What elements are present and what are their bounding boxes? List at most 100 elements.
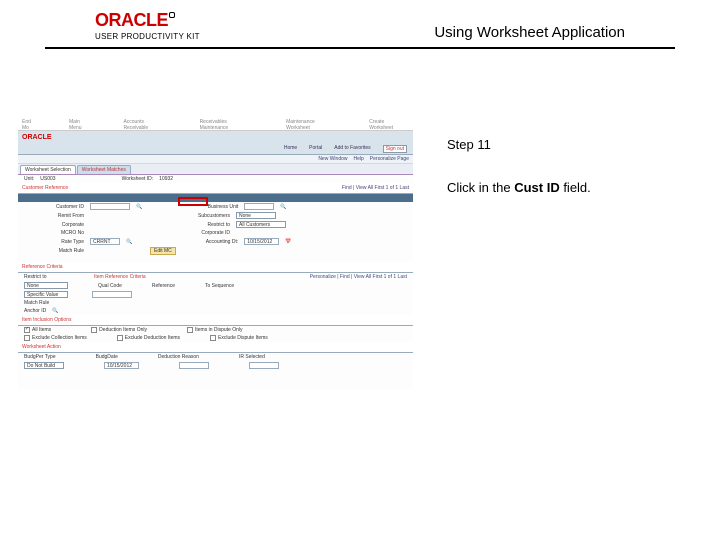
act-date-input[interactable]: 10/15/2012: [104, 362, 139, 369]
ss-oracle-brand: ORACLE: [18, 131, 413, 144]
lookup-icon-2[interactable]: 🔍: [280, 204, 286, 210]
highlight-custid: [178, 197, 208, 206]
top-e: Maintenance Worksheet: [286, 119, 339, 131]
all-items-label: All Items: [32, 327, 51, 333]
excl-coll-check[interactable]: [24, 335, 30, 341]
ss-crumb: New Window Help Personalize Page: [18, 155, 413, 164]
act-ded-input[interactable]: [179, 362, 209, 369]
menu-home[interactable]: Home: [284, 145, 297, 153]
customer-ref-header: Customer Reference Find | View All First…: [18, 183, 413, 194]
step-text-bold: Cust ID: [514, 180, 560, 195]
top-c: Accounts Receivable: [123, 119, 169, 131]
lookup-icon-4[interactable]: 🔍: [52, 308, 58, 314]
menu-portal[interactable]: Portal: [309, 145, 322, 153]
restrict-label: Restrict to: [180, 222, 230, 228]
wsid-label: Worksheet ID:: [122, 176, 154, 182]
ref-row3: Specific Value: [18, 290, 413, 299]
sub-select[interactable]: None: [236, 212, 276, 219]
item-ref-header: Item Reference Criteria Personalize | Fi…: [94, 274, 407, 280]
ss-menu: Home Portal Add to Favorites Sign out: [18, 144, 413, 155]
custid-input[interactable]: [90, 203, 130, 210]
match-row2: Match Rule: [18, 299, 413, 307]
disp-only-label: Items in Dispute Only: [195, 327, 243, 333]
act-sel-input[interactable]: [249, 362, 279, 369]
pager-1[interactable]: Find | View All First 1 of 1 Last: [342, 185, 409, 191]
menu-fav[interactable]: Add to Favorites: [334, 145, 370, 153]
inclusion-header: Item Inclusion Options: [18, 315, 413, 326]
refcrit-label: Restrict to: [24, 274, 64, 280]
action-row1: BudgPer Type BudgDate Deduction Reason I…: [18, 353, 413, 361]
crumb-new[interactable]: New Window: [318, 156, 347, 162]
lookup-icon-3[interactable]: 🔍: [126, 239, 132, 245]
step-label: Step 11: [447, 137, 591, 152]
inc-row2: Exclude Collection Items Exclude Deducti…: [18, 334, 413, 342]
custid-label: Customer ID: [24, 204, 84, 210]
logo-area: ORACLE USER PRODUCTIVITY KIT: [95, 10, 200, 41]
specific-select[interactable]: Specific Value: [24, 291, 68, 298]
restrict2-select[interactable]: None: [24, 282, 68, 289]
app-screenshot: End Mo Main Menu Accounts Receivable Rec…: [18, 119, 413, 389]
act-type-label: BudgPer Type: [24, 354, 56, 360]
step-text-after: field.: [560, 180, 591, 195]
excl-coll-label: Exclude Collection Items: [32, 335, 87, 341]
instruction-panel: Step 11 Click in the Cust ID field.: [413, 119, 591, 389]
page-header: ORACLE USER PRODUCTIVITY KIT Using Works…: [45, 0, 675, 49]
rate-label: Rate Type: [24, 239, 84, 245]
top-a: End Mo: [22, 119, 39, 131]
action-row2: Do Not Build 10/15/2012: [18, 361, 413, 370]
ss-tabs: Worksheet Selection Worksheet Matches: [18, 164, 413, 175]
calendar-icon[interactable]: 📅: [285, 239, 291, 245]
doc-title: Using Worksheet Application: [434, 24, 625, 41]
toseq-label: To Sequence: [205, 283, 234, 289]
ref-label: Reference: [152, 283, 175, 289]
ss-topbar: End Mo Main Menu Accounts Receivable Rec…: [18, 119, 413, 131]
ref-criteria-header: Reference Criteria: [18, 262, 413, 273]
act-ded-label: Deduction Reason: [158, 354, 199, 360]
excl-disp-check[interactable]: [210, 335, 216, 341]
ded-only-label: Deduction Items Only: [99, 327, 147, 333]
step-text: Click in the Cust ID field.: [447, 180, 591, 195]
unit-value: US003: [40, 176, 55, 182]
corp-label: Corporate: [24, 222, 84, 228]
dark-band: [18, 194, 413, 202]
crumb-help[interactable]: Help: [354, 156, 364, 162]
act-sel-label: IR Selected: [239, 354, 265, 360]
restrict-select[interactable]: All Customers: [236, 221, 286, 228]
anchor-label: Anchor ID: [24, 308, 46, 314]
excl-ded-check[interactable]: [117, 335, 123, 341]
ref-row2: None Qual Code Reference To Sequence: [18, 281, 413, 290]
menu-signout[interactable]: Sign out: [383, 145, 407, 153]
main-area: End Mo Main Menu Accounts Receivable Rec…: [0, 119, 720, 389]
rate-input[interactable]: CRRNT: [90, 238, 120, 245]
excl-disp-label: Exclude Dispute Items: [218, 335, 268, 341]
lookup-icon[interactable]: 🔍: [136, 204, 142, 210]
remit-label: Remit From: [24, 213, 84, 219]
customer-ref-title: Customer Reference: [22, 185, 68, 191]
act-date-label: BudgDate: [96, 354, 118, 360]
upk-subtitle: USER PRODUCTIVITY KIT: [95, 32, 200, 41]
qual-input[interactable]: [92, 291, 132, 298]
unit-label: Unit:: [24, 176, 34, 182]
tab-matches[interactable]: Worksheet Matches: [77, 165, 131, 174]
wsid-value: 10932: [159, 176, 173, 182]
step-text-before: Click in the: [447, 180, 514, 195]
matchrule-row: Match Rule Edit MC: [18, 246, 413, 256]
act-type-select[interactable]: Do Not Build: [24, 362, 64, 369]
item-ref-title: Item Reference Criteria: [94, 274, 146, 280]
acct-input[interactable]: 10/15/2012: [244, 238, 279, 245]
all-items-check[interactable]: [24, 327, 30, 333]
edit-mc-button[interactable]: Edit MC: [150, 247, 176, 255]
pager-2[interactable]: Personalize | Find | View All First 1 of…: [310, 274, 407, 280]
mcro-label: MCRO No: [24, 230, 84, 236]
sub-label: Subcustomers: [180, 213, 230, 219]
ded-only-check[interactable]: [91, 327, 97, 333]
excl-ded-label: Exclude Deduction Items: [125, 335, 180, 341]
action-header: Worksheet Action: [18, 342, 413, 353]
crumb-pers[interactable]: Personalize Page: [370, 156, 409, 162]
match-label: Match Rule: [24, 248, 84, 254]
bu-input[interactable]: [244, 203, 274, 210]
disp-only-check[interactable]: [187, 327, 193, 333]
acct-label: Accounting Dt:: [188, 239, 238, 245]
top-b: Main Menu: [69, 119, 93, 131]
tab-selection[interactable]: Worksheet Selection: [20, 165, 76, 174]
